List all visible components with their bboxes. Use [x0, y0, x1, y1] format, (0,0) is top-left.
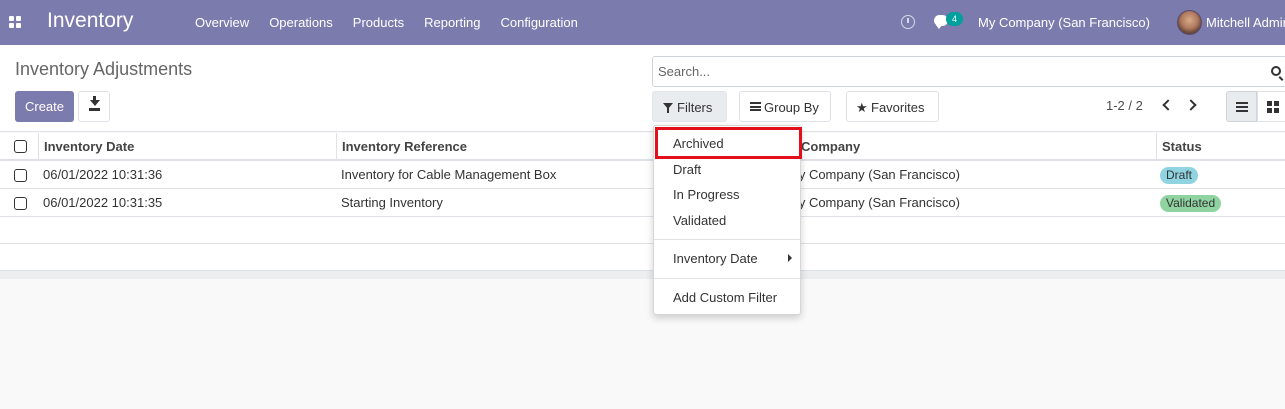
company-switcher[interactable]: My Company (San Francisco)	[978, 0, 1150, 45]
inventory-list-table: Inventory Date Inventory Reference Compa…	[0, 133, 1285, 279]
select-all-checkbox[interactable]	[14, 140, 27, 153]
filters-button[interactable]: Filters	[652, 91, 727, 122]
favorites-label: Favorites	[871, 100, 925, 115]
user-avatar[interactable]	[1177, 10, 1202, 35]
row-checkbox[interactable]	[14, 169, 27, 182]
cell-reference: Starting Inventory	[341, 195, 443, 210]
bars-icon	[750, 102, 761, 111]
status-badge: Draft	[1160, 167, 1199, 184]
control-panel: Inventory Adjustments Create Filters Gro…	[0, 45, 1285, 132]
archived-highlight-box	[655, 127, 802, 159]
search-input[interactable]	[658, 57, 1248, 86]
filter-in-progress[interactable]: In Progress	[654, 182, 800, 207]
table-row[interactable]: 06/01/2022 10:31:36 Inventory for Cable …	[0, 161, 1285, 189]
empty-row	[0, 217, 1285, 244]
status-badge: Validated	[1160, 195, 1222, 212]
row-checkbox[interactable]	[14, 197, 27, 210]
page-title: Inventory Adjustments	[15, 59, 193, 79]
filters-label: Filters	[677, 100, 713, 115]
chat-count-badge: 4	[946, 12, 963, 26]
column-status[interactable]: Status	[1156, 133, 1285, 161]
pager-next-icon[interactable]	[1185, 99, 1197, 111]
empty-row	[0, 244, 1285, 271]
cell-date: 06/01/2022 10:31:35	[43, 195, 163, 210]
main-menu: Overview Operations Products Reporting C…	[185, 0, 588, 45]
group-by-button[interactable]: Group By	[739, 91, 831, 122]
cell-company: My Company (San Francisco)	[788, 195, 960, 210]
menu-products[interactable]: Products	[343, 0, 414, 45]
top-navbar: Inventory Overview Operations Products R…	[0, 0, 1285, 45]
activity-clock-icon[interactable]	[901, 15, 915, 29]
download-button[interactable]	[78, 91, 110, 122]
cell-date: 06/01/2022 10:31:36	[43, 167, 163, 182]
filter-inventory-date[interactable]: Inventory Date	[654, 246, 800, 271]
user-menu[interactable]: Mitchell Admin	[1206, 0, 1285, 45]
list-view-icon	[1236, 102, 1248, 104]
star-icon: ★	[856, 100, 868, 115]
filter-inventory-date-label: Inventory Date	[673, 251, 758, 266]
menu-operations[interactable]: Operations	[259, 0, 343, 45]
pager-previous-icon[interactable]	[1162, 99, 1174, 111]
kanban-view-button[interactable]	[1257, 91, 1285, 122]
filter-draft[interactable]: Draft	[654, 157, 800, 182]
cell-reference: Inventory for Cable Management Box	[341, 167, 557, 182]
table-header: Inventory Date Inventory Reference Compa…	[0, 133, 1285, 161]
caret-right-icon	[788, 254, 792, 262]
search-icon[interactable]	[1271, 66, 1281, 76]
menu-overview[interactable]: Overview	[185, 0, 259, 45]
menu-configuration[interactable]: Configuration	[490, 0, 587, 45]
dropdown-divider	[654, 278, 800, 279]
table-row[interactable]: 06/01/2022 10:31:35 Starting Inventory M…	[0, 189, 1285, 217]
dropdown-divider	[654, 239, 800, 240]
filter-validated[interactable]: Validated	[654, 208, 800, 233]
app-brand[interactable]: Inventory	[47, 9, 133, 33]
column-inventory-date[interactable]: Inventory Date	[38, 133, 338, 161]
filter-funnel-icon	[663, 103, 673, 113]
list-view-button[interactable]	[1226, 91, 1257, 122]
add-custom-filter[interactable]: Add Custom Filter	[654, 285, 800, 310]
cell-company: My Company (San Francisco)	[788, 167, 960, 182]
search-bar	[652, 56, 1285, 87]
column-company[interactable]: Company	[796, 133, 1158, 161]
apps-menu-icon[interactable]	[9, 16, 21, 28]
table-footer	[0, 271, 1285, 279]
create-button[interactable]: Create	[15, 91, 74, 122]
group-by-label: Group By	[764, 100, 819, 115]
favorites-button[interactable]: ★ Favorites	[846, 91, 939, 122]
kanban-view-icon	[1267, 101, 1272, 106]
pager-value[interactable]: 1-2 / 2	[1106, 98, 1143, 113]
menu-reporting[interactable]: Reporting	[414, 0, 490, 45]
